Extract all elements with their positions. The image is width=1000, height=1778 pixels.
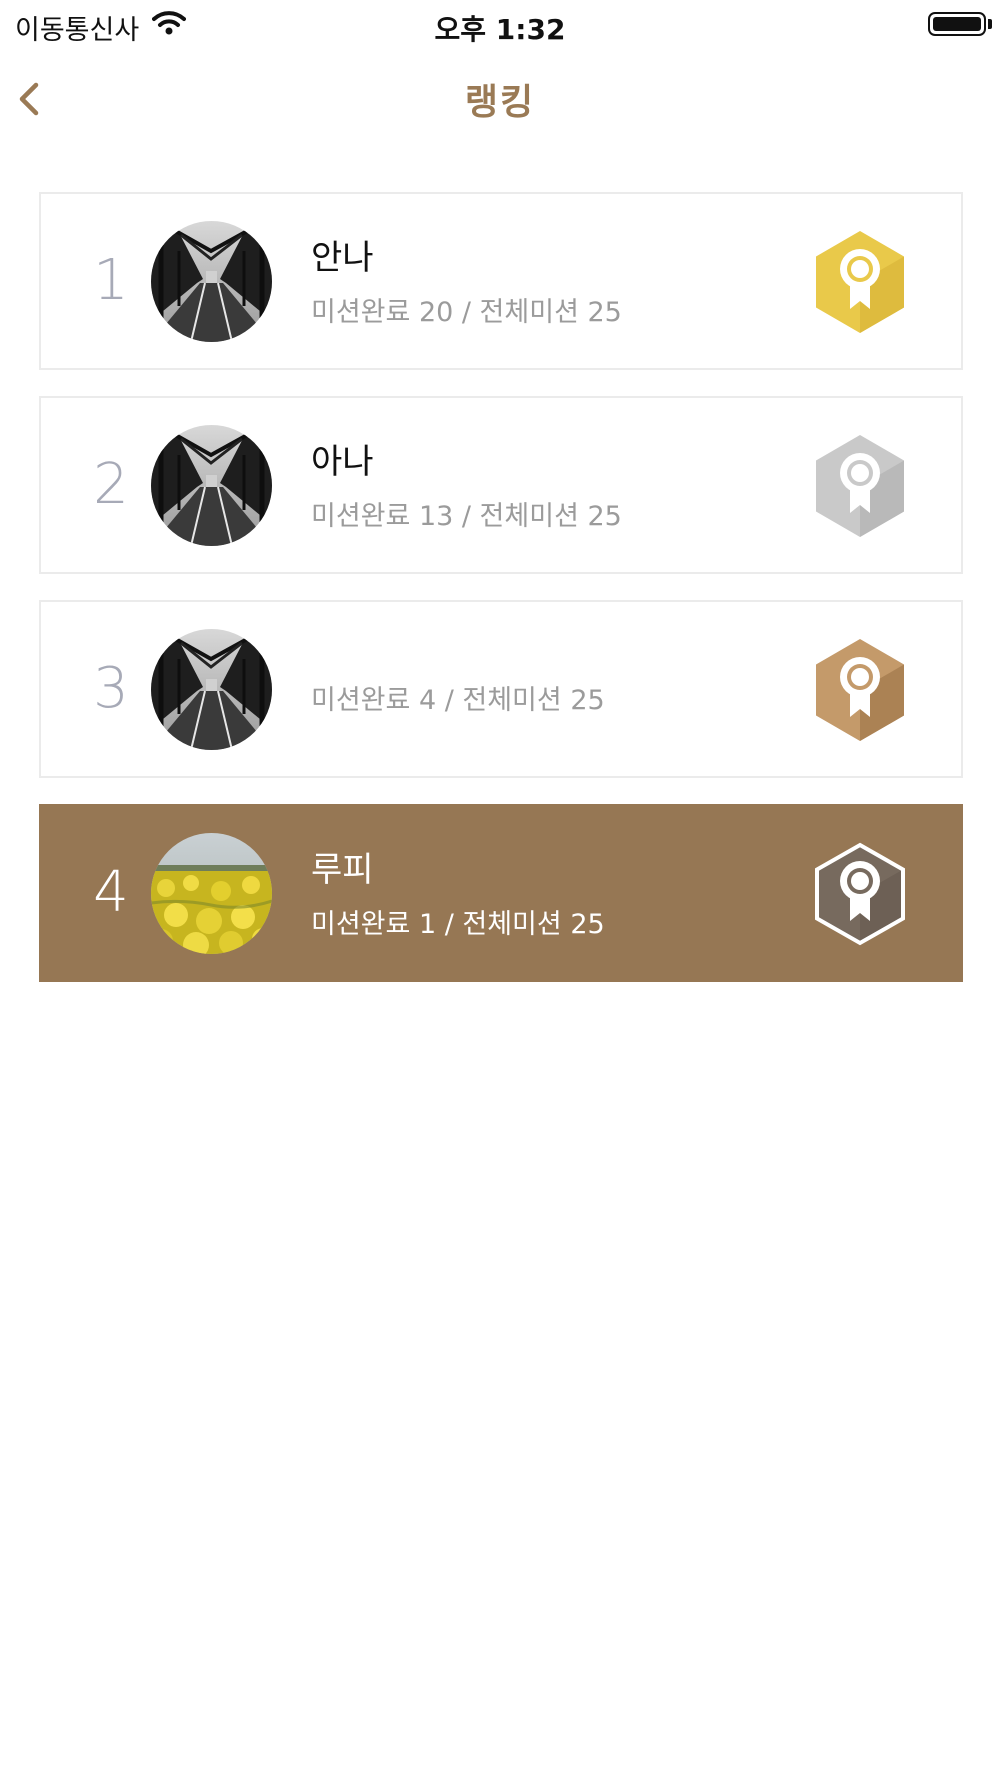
page-title: 랭킹 [464,82,536,123]
user-name: 아나 [311,442,374,482]
ranking-row-4-current-user[interactable]: 4 루피 미션완료 1 / 전체미션 25 [39,804,963,982]
avatar-bridge-photo [151,425,272,546]
ranking-row-3[interactable]: 3 미션완료 4 / 전체미션 25 [39,600,963,778]
mission-progress-text: 미션완료 4 / 전체미션 25 [311,685,605,716]
avatar-bridge-photo [151,221,272,342]
bronze-medal-icon [816,639,904,741]
mission-progress-text: 미션완료 20 / 전체미션 25 [311,297,622,328]
avatar-flower-field-photo [151,833,272,954]
rank-number: 1 [93,248,129,313]
my-medal-icon [815,842,905,946]
silver-medal-icon [816,435,904,537]
rank-number: 3 [93,656,129,721]
user-name: 루피 [311,850,374,890]
ranking-row-1[interactable]: 1 안나 미션완료 20 / 전체미션 25 [39,192,963,370]
rank-number: 4 [93,860,129,925]
navigation-bar: 랭킹 [0,55,1000,145]
mission-progress-text: 미션완료 13 / 전체미션 25 [311,501,622,532]
user-name: 안나 [311,238,374,278]
battery-icon [928,12,986,36]
avatar-bridge-photo [151,629,272,750]
status-bar: 이동통신사 오후 1:32 [0,0,1000,50]
ranking-row-2[interactable]: 2 아나 미션완료 13 / 전체미션 25 [39,396,963,574]
gold-medal-icon [816,231,904,333]
status-time: 오후 1:32 [434,13,566,46]
battery-tip [988,19,992,29]
mission-progress-text: 미션완료 1 / 전체미션 25 [311,909,605,940]
rank-number: 2 [93,452,129,517]
